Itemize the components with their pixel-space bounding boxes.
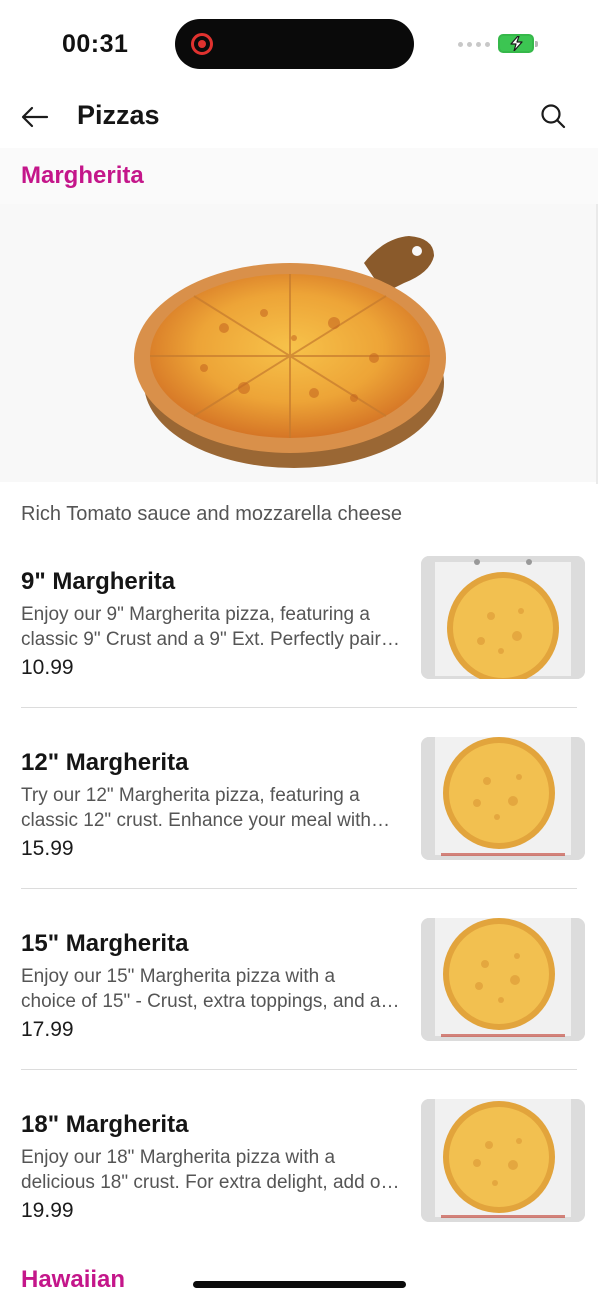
section-hero-image bbox=[0, 204, 598, 482]
menu-item[interactable]: 15" Margherita Enjoy our 15" Margherita … bbox=[21, 918, 586, 1048]
item-separator bbox=[21, 1069, 577, 1070]
item-description-line: delicious 18" crust. For extra delight, … bbox=[21, 1172, 400, 1193]
back-button[interactable] bbox=[20, 102, 50, 132]
item-description-line: Try our 12" Margherita pizza, featuring … bbox=[21, 785, 360, 806]
item-separator bbox=[21, 707, 577, 708]
search-button[interactable] bbox=[539, 102, 567, 130]
item-description-line: classic 9" Crust and a 9" Ext. Perfectly… bbox=[21, 629, 400, 650]
item-price: 15.99 bbox=[21, 837, 74, 860]
item-price: 17.99 bbox=[21, 1018, 74, 1041]
item-thumbnail bbox=[421, 737, 585, 860]
dynamic-island bbox=[175, 19, 414, 69]
item-description-line: Enjoy our 9" Margherita pizza, featuring… bbox=[21, 604, 370, 625]
item-thumbnail bbox=[421, 556, 585, 679]
home-indicator[interactable] bbox=[193, 1281, 406, 1288]
screen-recording-icon bbox=[191, 33, 213, 55]
item-name: 18" Margherita bbox=[21, 1111, 189, 1138]
item-description-line: Enjoy our 18" Margherita pizza with a bbox=[21, 1147, 336, 1168]
section-title-next: Hawaiian bbox=[21, 1266, 126, 1293]
battery-charging-icon bbox=[498, 34, 538, 53]
item-name: 12" Margherita bbox=[21, 749, 189, 776]
section-title: Margherita bbox=[21, 162, 144, 189]
item-description-line: classic 12" crust. Enhance your meal wit… bbox=[21, 810, 390, 831]
section-description: Rich Tomato sauce and mozzarella cheese bbox=[21, 503, 402, 525]
arrow-left-icon bbox=[21, 106, 49, 128]
item-separator bbox=[21, 888, 577, 889]
item-thumbnail bbox=[421, 918, 585, 1041]
page-title: Pizzas bbox=[77, 100, 160, 130]
status-bar: 00:31 bbox=[0, 0, 598, 90]
menu-item[interactable]: 12" Margherita Try our 12" Margherita pi… bbox=[21, 737, 586, 867]
item-price: 10.99 bbox=[21, 656, 74, 679]
cellular-signal-icon bbox=[458, 42, 490, 47]
top-app-bar: Pizzas bbox=[0, 90, 598, 148]
item-description-line: choice of 15" - Crust, extra toppings, a… bbox=[21, 991, 400, 1012]
status-time: 00:31 bbox=[62, 30, 129, 58]
section-header: Margherita bbox=[0, 148, 598, 204]
item-price: 19.99 bbox=[21, 1199, 74, 1222]
item-name: 9" Margherita bbox=[21, 568, 176, 595]
menu-item[interactable]: 18" Margherita Enjoy our 18" Margherita … bbox=[21, 1099, 586, 1229]
item-description-line: Enjoy our 15" Margherita pizza with a bbox=[21, 966, 336, 987]
menu-item[interactable]: 9" Margherita Enjoy our 9" Margherita pi… bbox=[21, 556, 586, 686]
pizza-on-board-image bbox=[134, 236, 446, 468]
search-icon bbox=[541, 104, 566, 129]
item-thumbnail bbox=[421, 1099, 585, 1222]
item-name: 15" Margherita bbox=[21, 930, 189, 957]
